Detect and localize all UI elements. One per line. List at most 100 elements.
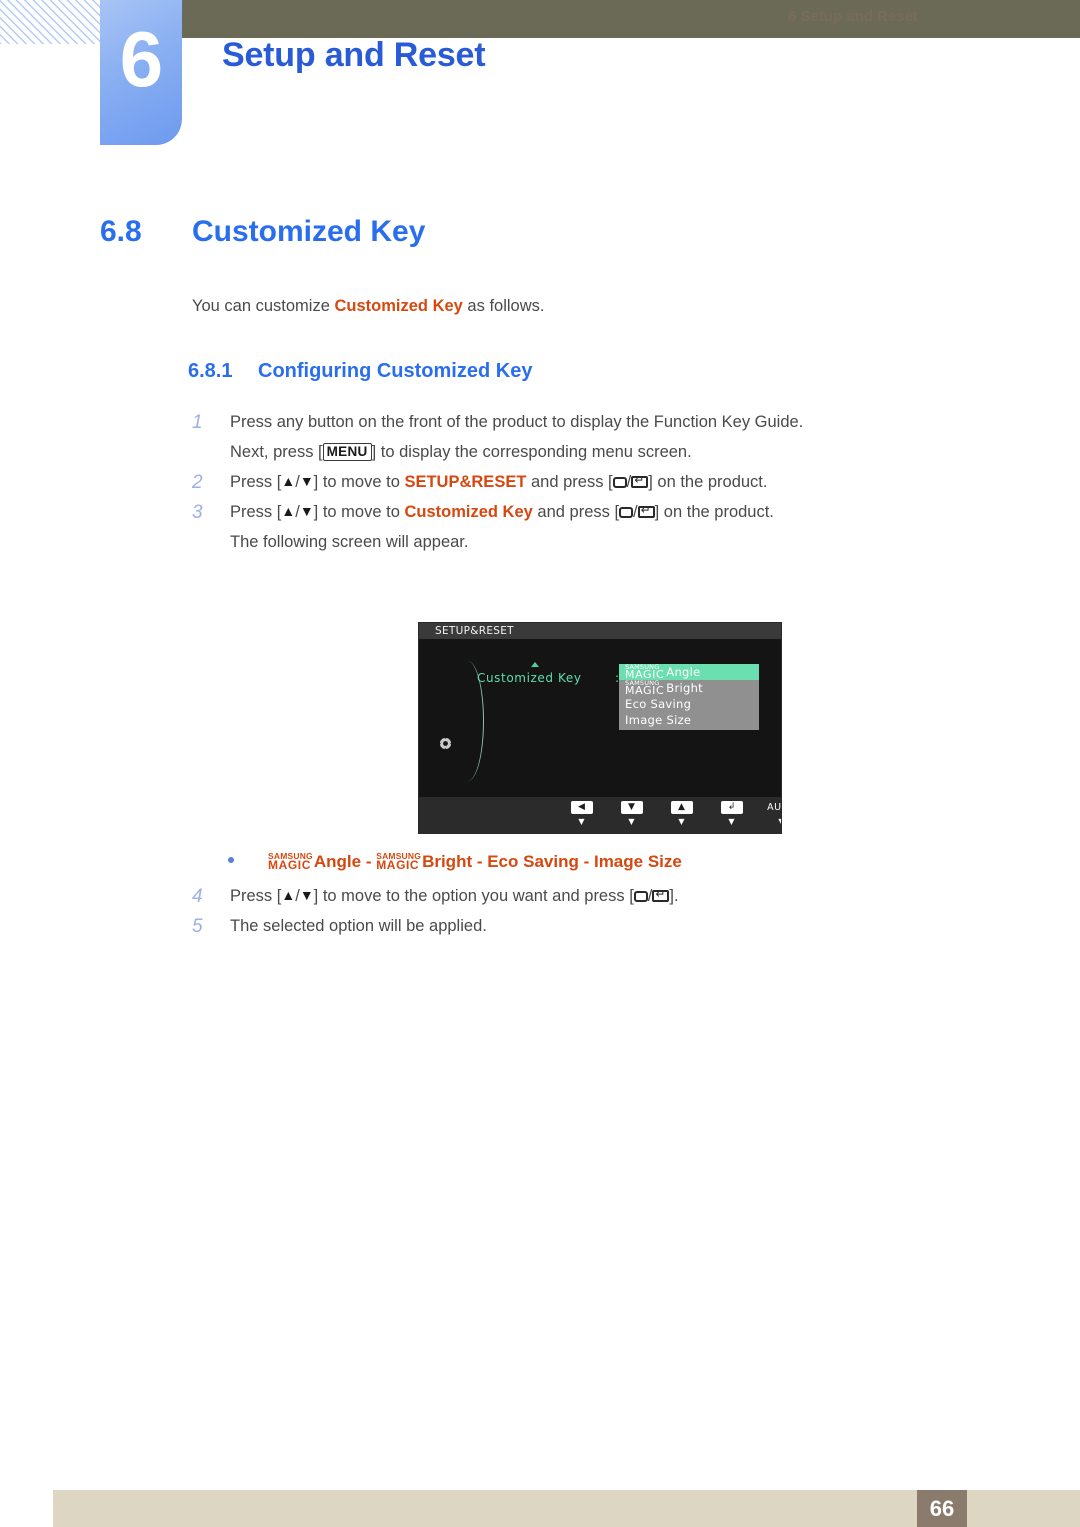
left-button-icon: ◀ xyxy=(570,801,593,814)
intro-before: You can customize xyxy=(192,297,335,315)
step-item: 2 Press [▲/▼] to move to SETUP&RESET and … xyxy=(188,472,968,493)
step-text: Press any button on the front of the pro… xyxy=(230,413,804,431)
step-text: and press [ xyxy=(532,503,620,521)
left-button[interactable]: ◀ ▼ xyxy=(567,801,596,827)
enter-button[interactable]: ↲ ▼ xyxy=(717,801,746,827)
step-text: ] to display the corresponding menu scre… xyxy=(371,443,692,461)
sep-1: - xyxy=(361,852,377,871)
auto-button-icon: AUTO xyxy=(767,802,782,813)
enter-button-icon: ↲ xyxy=(720,801,743,814)
down-arrow-icon: ▼ xyxy=(299,887,314,903)
section-heading: 6.8 Customized Key xyxy=(100,215,425,249)
osd-option-label: Eco Saving xyxy=(625,697,692,711)
step-text: ]. xyxy=(669,887,679,905)
intro-highlight: Customized Key xyxy=(334,297,463,315)
step-text: Press [ xyxy=(230,503,282,521)
step-text: / xyxy=(633,503,638,521)
samsung-magic-logo-osd: SAMSUNG MAGIC xyxy=(625,663,665,681)
step-text: ] to move to xyxy=(313,473,405,491)
osd-option-3[interactable]: Eco Saving xyxy=(619,696,759,712)
step-item: 3 Press [▲ / ▼] to move to Customized Key a… xyxy=(188,502,968,523)
rounded-box-icon xyxy=(633,891,648,902)
header-olive-bar xyxy=(100,0,1080,38)
osd-option-panel[interactable]: SAMSUNG MAGIC Angle SAMSUNG MAGIC Bright Eco S… xyxy=(619,664,759,730)
osd-option-4[interactable]: Image Size xyxy=(619,712,759,728)
up-button[interactable]: ▲ ▼ xyxy=(667,801,696,827)
section-title: Customized Key xyxy=(192,215,426,248)
step-highlight: SETUP&RESET xyxy=(404,473,527,491)
enter-key-icon xyxy=(652,890,670,902)
up-arrow-icon: ▲ xyxy=(281,473,296,489)
step-text: ] to move to the option you want and pre… xyxy=(313,887,634,905)
gear-icon xyxy=(438,736,453,751)
step-continuation: Next, press [MENU] to display the corres… xyxy=(188,442,968,463)
rounded-box-icon xyxy=(612,477,627,488)
step-text: Press [ xyxy=(230,887,282,905)
steps-list-top: 1 Press any button on the front of the pr… xyxy=(188,412,968,562)
step-number: 5 xyxy=(192,916,203,937)
down-button-icon: ▼ xyxy=(620,801,643,814)
step-item: 4 Press [▲/▼] to move to the option you w… xyxy=(188,886,968,907)
key-hint-caret-icon: ▼ xyxy=(767,817,781,827)
step-highlight: Customized Key xyxy=(404,503,533,521)
key-hint-caret-icon: ▼ xyxy=(728,817,735,826)
up-arrow-icon: ▲ xyxy=(281,503,296,519)
subsection-heading: 6.8.1 Configuring Customized Key xyxy=(188,360,532,383)
step-text: and press [ xyxy=(526,473,613,491)
option-image-size: Image Size xyxy=(593,852,682,871)
decorative-hatch-pattern xyxy=(0,0,112,44)
sep-2: - xyxy=(472,852,488,871)
enter-key-icon xyxy=(637,506,655,518)
osd-option-1[interactable]: SAMSUNG MAGIC Angle xyxy=(619,664,759,680)
osd-up-caret-icon xyxy=(531,662,539,667)
osd-option-label: Bright xyxy=(666,681,703,695)
rounded-box-icon xyxy=(619,507,634,518)
option-eco-saving: Eco Saving xyxy=(487,852,579,871)
subsection-number: 6.8.1 xyxy=(188,360,233,382)
down-arrow-icon: ▼ xyxy=(299,503,314,519)
samsung-magic-logo-osd: SAMSUNG MAGIC xyxy=(625,679,665,697)
osd-option-2[interactable]: SAMSUNG MAGIC Bright xyxy=(619,680,759,696)
step-continuation: The following screen will appear. xyxy=(188,532,968,553)
section-intro-text: You can customize Customized Key as foll… xyxy=(192,297,544,316)
key-hint-caret-icon: ▼ xyxy=(678,817,685,826)
osd-title-bar: SETUP&RESET xyxy=(419,623,781,639)
option-list-line: SAMSUNG MAGIC Angle - SAMSUNG MAGIC Bright -… xyxy=(228,852,682,872)
step-text: Press [ xyxy=(230,473,282,491)
step-number: 3 xyxy=(192,502,203,523)
footer-page-number: 66 xyxy=(917,1490,967,1527)
step-text: Next, press [ xyxy=(230,443,323,461)
option-bright: Bright xyxy=(422,852,473,871)
samsung-magic-logo-1: SAMSUNG MAGIC xyxy=(268,851,313,872)
osd-menu-label: Customized Key xyxy=(477,671,582,685)
up-button-icon: ▲ xyxy=(670,801,693,814)
chapter-title: Setup and Reset xyxy=(222,36,486,74)
document-page: 6 Setup and Reset 6.8 Customized Key You … xyxy=(0,0,1080,1527)
chapter-number-block: 6 xyxy=(100,0,182,145)
step-text: ] on the product. xyxy=(654,503,774,521)
auto-button[interactable]: AUTO ▼ xyxy=(767,801,782,827)
samsung-magic-logo-2: SAMSUNG MAGIC xyxy=(376,851,422,872)
up-arrow-icon: ▲ xyxy=(281,887,296,903)
step-text: ] to move to xyxy=(313,503,405,521)
footer-chapter-label: 6 Setup and Reset xyxy=(787,8,918,25)
option-angle: Angle xyxy=(313,852,362,871)
key-hint-caret-icon: ▼ xyxy=(578,817,585,826)
step-text: ] on the product. xyxy=(648,473,768,491)
osd-body: Customized Key : SAMSUNG MAGIC Angle SAMSUN… xyxy=(419,639,781,798)
osd-function-key-guide: ◀▼▼▼▲▼↲▼AUTO▼⏻▼ xyxy=(419,797,781,833)
sep-3: - xyxy=(578,852,594,871)
down-button[interactable]: ▼ ▼ xyxy=(617,801,646,827)
intro-after: as follows. xyxy=(462,297,545,315)
menu-keycap: MENU xyxy=(322,443,372,461)
step-text: The following screen will appear. xyxy=(230,533,469,551)
osd-option-label: Angle xyxy=(666,665,701,679)
step-item: 5 The selected option will be applied. xyxy=(188,916,968,937)
step-number: 1 xyxy=(192,412,203,433)
step-text: The selected option will be applied. xyxy=(230,917,487,935)
step-number: 4 xyxy=(192,886,203,907)
osd-option-label: Image Size xyxy=(625,713,692,727)
enter-key-icon xyxy=(631,476,649,488)
key-hint-caret-icon: ▼ xyxy=(628,817,635,826)
section-number: 6.8 xyxy=(100,215,142,248)
